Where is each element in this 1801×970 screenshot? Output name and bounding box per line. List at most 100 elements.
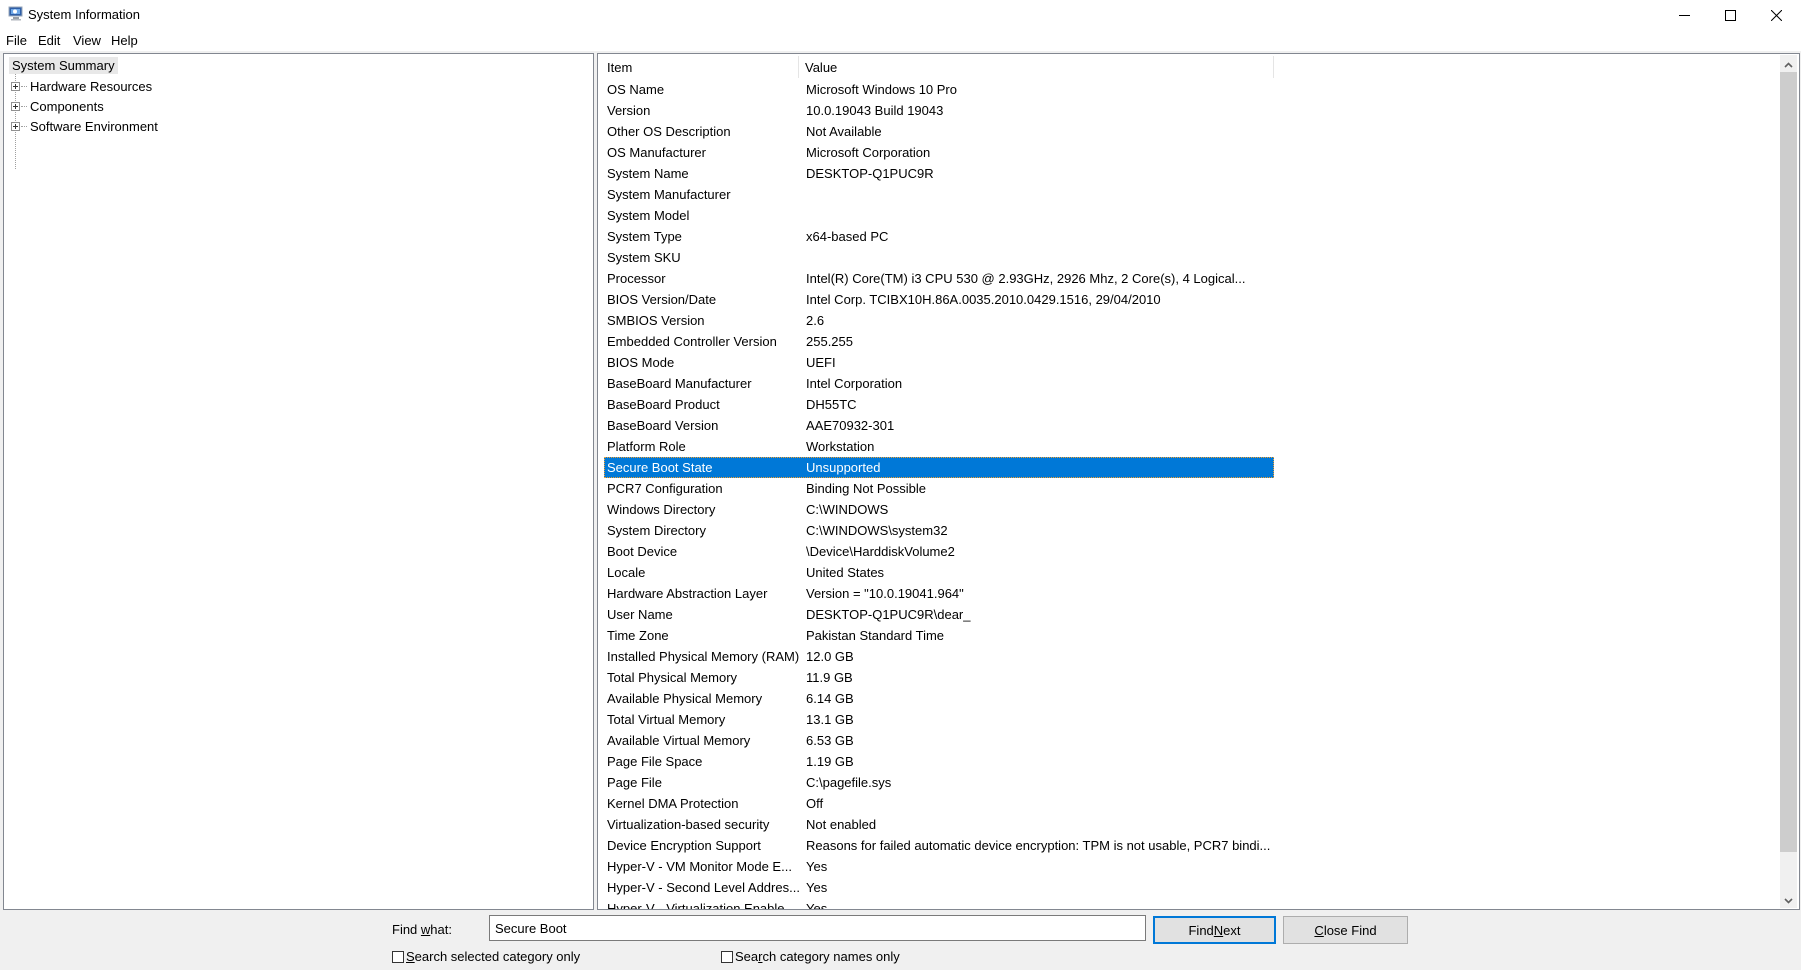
table-row[interactable]: Page File C:\pagefile.sys <box>604 772 1274 793</box>
table-row[interactable]: System Directory C:\WINDOWS\system32 <box>604 520 1274 541</box>
value-cell: 11.9 GB <box>806 670 853 685</box>
table-row[interactable]: System Model <box>604 205 1274 226</box>
value-cell: Not Available <box>806 124 882 139</box>
table-row[interactable]: BaseBoard Manufacturer Intel Corporation <box>604 373 1274 394</box>
label-text: Sea <box>735 949 759 964</box>
table-row[interactable]: Embedded Controller Version 255.255 <box>604 331 1274 352</box>
table-row[interactable]: BIOS Mode UEFI <box>604 352 1274 373</box>
table-row[interactable]: Boot Device \Device\HarddiskVolume2 <box>604 541 1274 562</box>
table-row[interactable]: BaseBoard Product DH55TC <box>604 394 1274 415</box>
table-row[interactable]: PCR7 Configuration Binding Not Possible <box>604 478 1274 499</box>
scroll-down-button[interactable] <box>1780 891 1797 908</box>
search-category-names-option[interactable]: Search category names only <box>721 949 900 964</box>
details-list[interactable]: Item Value OS Name Microsoft Windows 10 P… <box>597 53 1800 910</box>
search-selected-category-checkbox[interactable] <box>392 950 404 963</box>
find-what-input[interactable] <box>489 915 1146 941</box>
category-tree[interactable]: System Summary Hardware Resources Compon… <box>3 53 594 910</box>
table-row[interactable]: Available Virtual Memory 6.53 GB <box>604 730 1274 751</box>
value-cell: \Device\HarddiskVolume2 <box>806 544 955 559</box>
table-row[interactable]: Platform Role Workstation <box>604 436 1274 457</box>
table-row[interactable]: Secure Boot State Unsupported <box>604 457 1274 478</box>
title-bar: System Information <box>0 0 1801 30</box>
table-row[interactable]: Hyper-V - Second Level Addres... Yes <box>604 877 1274 898</box>
item-cell: SMBIOS Version <box>607 313 705 328</box>
value-cell: 2.6 <box>806 313 825 328</box>
tree-item-system-summary[interactable]: System Summary <box>9 57 118 74</box>
expand-plus-icon[interactable] <box>11 81 20 91</box>
menu-help[interactable]: Help <box>111 33 138 48</box>
accelerator-key: N <box>1213 922 1224 938</box>
item-cell: Page File Space <box>607 754 703 769</box>
search-selected-category-option[interactable]: Search selected category only <box>392 949 580 964</box>
maximize-button[interactable] <box>1707 0 1753 30</box>
table-row[interactable]: Windows Directory C:\WINDOWS <box>604 499 1274 520</box>
menu-edit[interactable]: Edit <box>38 33 60 48</box>
tree-item-software-environment[interactable]: Software Environment <box>11 117 158 135</box>
table-row[interactable]: Kernel DMA Protection Off <box>604 793 1274 814</box>
column-header-item[interactable]: Item <box>607 60 632 75</box>
value-cell: DESKTOP-Q1PUC9R <box>806 166 934 181</box>
table-row[interactable]: Virtualization-based security Not enabled <box>604 814 1274 835</box>
table-row[interactable]: Page File Space 1.19 GB <box>604 751 1274 772</box>
table-row[interactable]: OS Name Microsoft Windows 10 Pro <box>604 79 1274 100</box>
tree-item-components[interactable]: Components <box>11 97 104 115</box>
close-button[interactable] <box>1753 0 1799 30</box>
table-row[interactable]: System SKU <box>604 247 1274 268</box>
item-cell: System Name <box>607 166 689 181</box>
item-cell: System SKU <box>607 250 681 265</box>
vertical-scrollbar[interactable] <box>1780 55 1797 908</box>
table-row[interactable]: Other OS Description Not Available <box>604 121 1274 142</box>
item-cell: Available Physical Memory <box>607 691 763 706</box>
minimize-icon <box>1678 10 1690 21</box>
table-row[interactable]: Locale United States <box>604 562 1274 583</box>
table-row[interactable]: SMBIOS Version 2.6 <box>604 310 1274 331</box>
expand-plus-icon[interactable] <box>11 101 20 111</box>
table-row[interactable]: Total Physical Memory 11.9 GB <box>604 667 1274 688</box>
table-row[interactable]: User Name DESKTOP-Q1PUC9R\dear_ <box>604 604 1274 625</box>
close-find-button[interactable]: Close Find <box>1283 916 1408 944</box>
table-row[interactable]: Total Virtual Memory 13.1 GB <box>604 709 1274 730</box>
menu-view[interactable]: View <box>73 33 101 48</box>
table-row[interactable]: Available Physical Memory 6.14 GB <box>604 688 1274 709</box>
minimize-button[interactable] <box>1661 0 1707 30</box>
tree-connector <box>21 105 27 107</box>
value-cell: Microsoft Windows 10 Pro <box>806 82 957 97</box>
column-header-value[interactable]: Value <box>805 60 837 75</box>
item-cell: Total Physical Memory <box>607 670 738 685</box>
table-row[interactable]: Hardware Abstraction Layer Version = "10.… <box>604 583 1274 604</box>
value-cell: Version = "10.0.19041.964" <box>806 586 964 601</box>
menu-file[interactable]: File <box>6 33 27 48</box>
item-cell: Hyper-V - Virtualization Enable... <box>607 901 796 910</box>
item-cell: System Model <box>607 208 690 223</box>
label-text: Find <box>392 922 421 937</box>
table-row[interactable]: System Manufacturer <box>604 184 1274 205</box>
item-cell: Embedded Controller Version <box>607 334 777 349</box>
table-row[interactable]: Hyper-V - Virtualization Enable... Yes <box>604 898 1274 910</box>
table-row[interactable]: Installed Physical Memory (RAM) 12.0 GB <box>604 646 1274 667</box>
table-row[interactable]: Processor Intel(R) Core(TM) i3 CPU 530 @ … <box>604 268 1274 289</box>
scroll-up-button[interactable] <box>1780 55 1797 72</box>
find-next-button[interactable]: Find Next <box>1153 916 1276 944</box>
tree-item-hardware-resources[interactable]: Hardware Resources <box>11 77 152 95</box>
table-row[interactable]: BaseBoard Version AAE70932-301 <box>604 415 1274 436</box>
search-category-names-checkbox[interactable] <box>721 950 733 963</box>
value-cell: 6.53 GB <box>806 733 854 748</box>
item-cell: Device Encryption Support <box>607 838 761 853</box>
expand-plus-icon[interactable] <box>11 121 20 131</box>
value-cell: UEFI <box>806 355 836 370</box>
table-row[interactable]: System Type x64-based PC <box>604 226 1274 247</box>
table-row[interactable]: OS Manufacturer Microsoft Corporation <box>604 142 1274 163</box>
column-divider[interactable] <box>1273 56 1274 78</box>
table-row[interactable]: BIOS Version/Date Intel Corp. TCIBX10H.86… <box>604 289 1274 310</box>
value-cell: Off <box>806 796 824 811</box>
item-cell: OS Name <box>607 82 665 97</box>
scroll-thumb[interactable] <box>1780 72 1797 852</box>
table-row[interactable]: Device Encryption Support Reasons for fai… <box>604 835 1274 856</box>
column-divider[interactable] <box>798 56 799 78</box>
table-row[interactable]: Version 10.0.19043 Build 19043 <box>604 100 1274 121</box>
accelerator-key: C <box>1314 922 1324 938</box>
table-row[interactable]: Hyper-V - VM Monitor Mode E... Yes <box>604 856 1274 877</box>
table-row[interactable]: Time Zone Pakistan Standard Time <box>604 625 1274 646</box>
value-cell: C:\pagefile.sys <box>806 775 892 790</box>
table-row[interactable]: System Name DESKTOP-Q1PUC9R <box>604 163 1274 184</box>
